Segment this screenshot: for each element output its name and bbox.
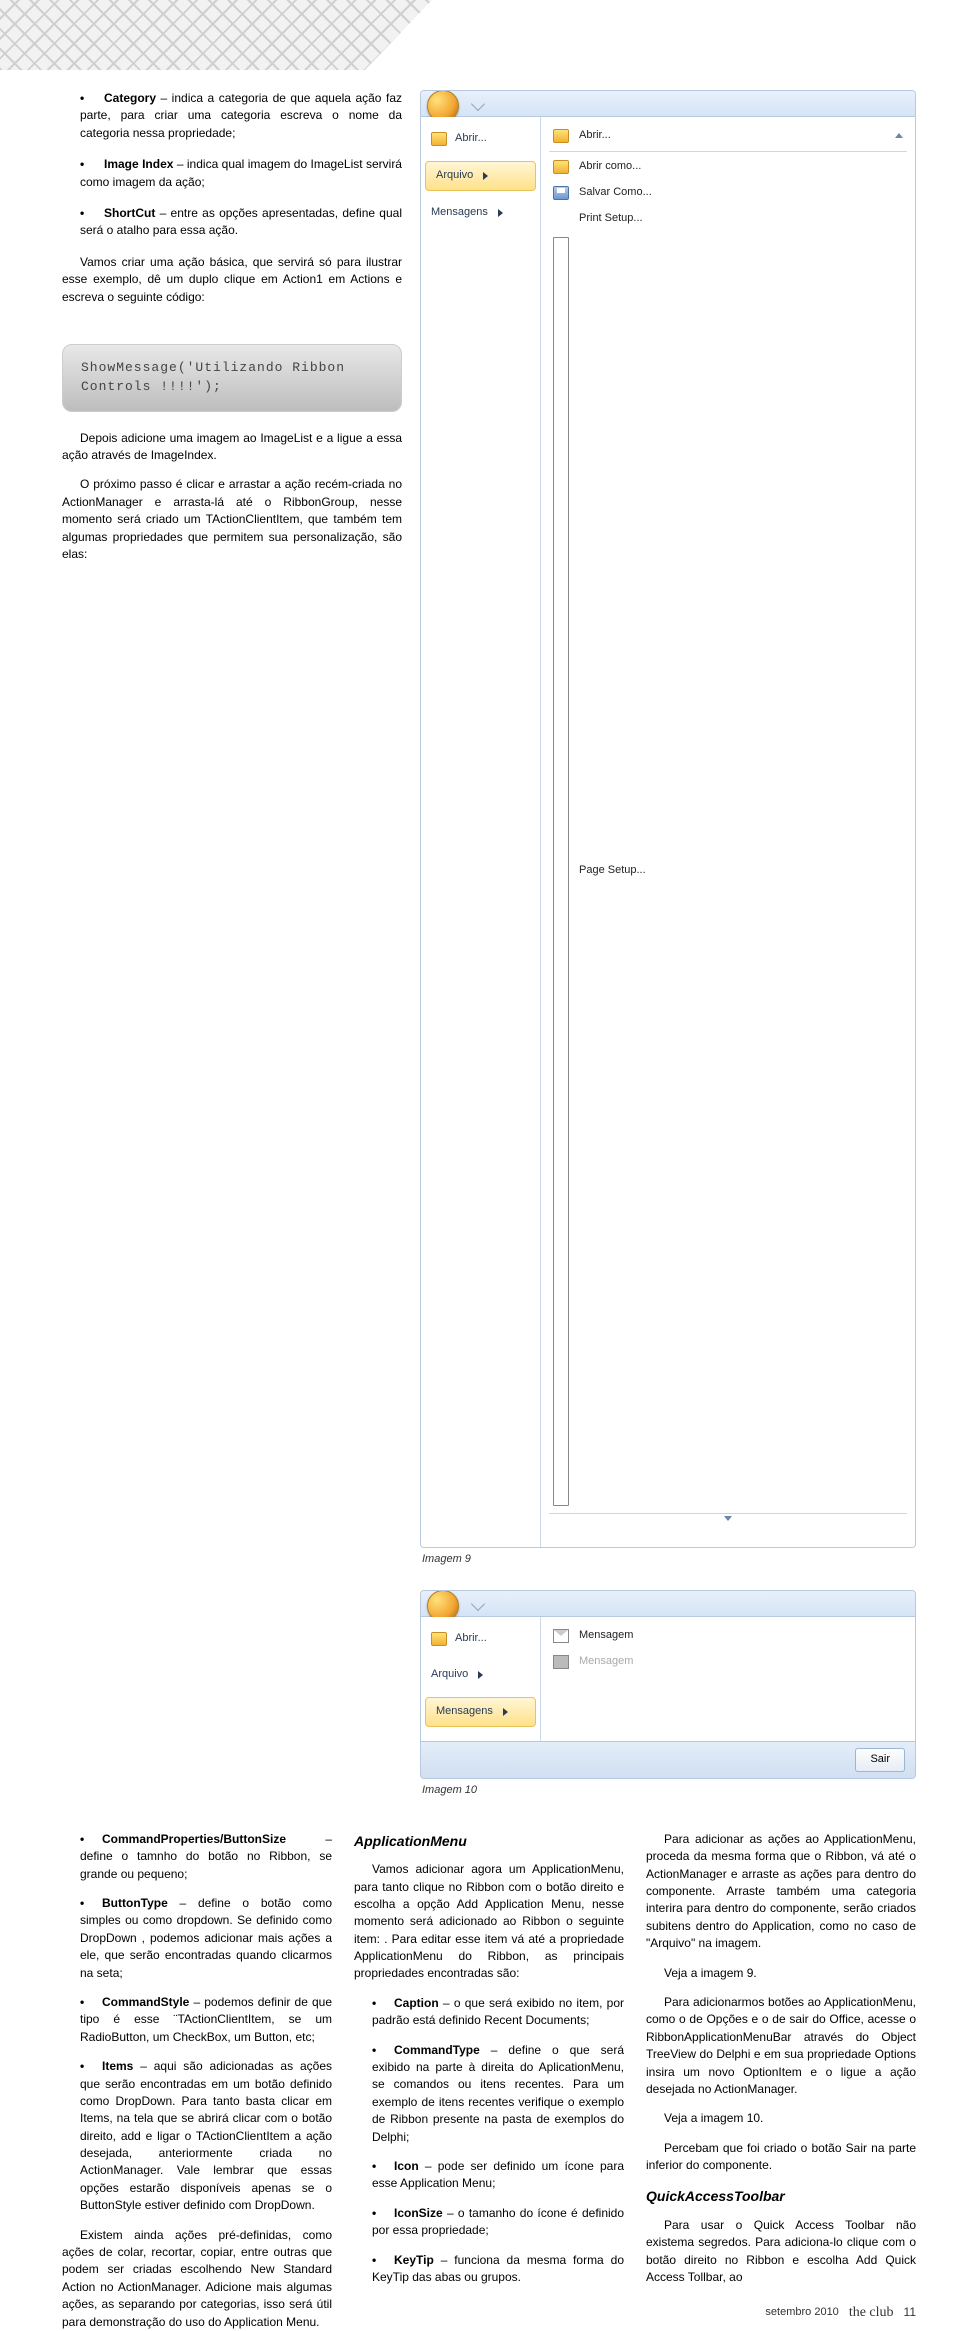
menu-mensagens-label: Mensagens xyxy=(436,1704,493,1720)
menu-arquivo[interactable]: Arquivo xyxy=(421,1661,540,1689)
screenshot-imagem-9: Abrir... Arquivo Mensagens xyxy=(420,90,916,1548)
save-icon xyxy=(553,186,569,200)
submenu-abrir-como-label: Abrir como... xyxy=(579,159,641,175)
menu-abrir-label: Abrir... xyxy=(455,131,487,147)
submenu-mensagem-disabled: Mensagem xyxy=(541,1649,915,1675)
caption-imagem-10: Imagem 10 xyxy=(422,1783,916,1799)
caption-imagem-9: Imagem 9 xyxy=(422,1552,916,1568)
menu-mensagens[interactable]: Mensagens xyxy=(425,1697,536,1727)
term-category: Category xyxy=(104,91,156,105)
submenu-abrir[interactable]: Abrir... xyxy=(541,123,915,149)
submenu-print-setup[interactable]: Print Setup... xyxy=(541,206,915,232)
submenu-mensagem-label: Mensagem xyxy=(579,1628,633,1644)
submenu-page-setup-label: Page Setup... xyxy=(579,863,646,879)
chevron-right-icon xyxy=(503,1708,508,1716)
folder-open-icon xyxy=(431,1632,447,1646)
sair-button[interactable]: Sair xyxy=(855,1748,905,1772)
submenu-mensagem[interactable]: Mensagem xyxy=(541,1623,915,1649)
text-items: – aqui são adicionadas as ações que serã… xyxy=(80,2059,332,2212)
qat-dropdown-icon[interactable] xyxy=(471,1597,485,1611)
submenu-print-setup-label: Print Setup... xyxy=(579,211,643,227)
footer-page-number: 11 xyxy=(904,2304,916,2321)
footer-month: setembro 2010 xyxy=(765,2305,838,2321)
separator xyxy=(549,1513,907,1514)
qat-dropdown-icon[interactable] xyxy=(471,96,485,110)
term-buttontype: ButtonType xyxy=(102,1896,168,1910)
envelope-disabled-icon xyxy=(553,1655,569,1669)
menu-arquivo-label: Arquivo xyxy=(431,1667,468,1683)
submenu-salvar-como[interactable]: Salvar Como... xyxy=(541,180,915,206)
menu-abrir[interactable]: Abrir... xyxy=(421,1625,540,1653)
term-iconsize: IconSize xyxy=(394,2206,443,2220)
envelope-icon xyxy=(553,1629,569,1643)
page-setup-icon xyxy=(553,237,569,1506)
chevron-right-icon xyxy=(498,209,503,217)
menu-abrir[interactable]: Abrir... xyxy=(421,125,540,153)
term-commandtype: CommandType xyxy=(394,2043,480,2057)
header-pattern xyxy=(0,0,960,70)
para-create-action: Vamos criar uma ação básica, que servirá… xyxy=(62,254,402,306)
chevron-down-icon[interactable] xyxy=(724,1516,732,1535)
menu-arquivo[interactable]: Arquivo xyxy=(425,161,536,191)
para-predefined-actions: Existem ainda ações pré-definidas, como … xyxy=(62,2227,332,2331)
submenu-mensagem2-label: Mensagem xyxy=(579,1654,633,1670)
chevron-up-icon xyxy=(895,133,903,138)
term-commandproperties: CommandProperties/ButtonSize xyxy=(102,1832,286,1846)
footer-brand: the club xyxy=(849,2303,894,2323)
blank-icon xyxy=(553,212,569,226)
separator xyxy=(549,151,907,152)
para-add-buttons: Para adicionarmos botões ao ApplicationM… xyxy=(646,1994,916,2098)
para-imagelist: Depois adicione uma imagem ao ImageList … xyxy=(62,430,402,465)
text-commandtype: – define o que será exibido na parte à d… xyxy=(372,2043,624,2144)
term-shortcut: ShortCut xyxy=(104,206,155,220)
submenu-salvar-como-label: Salvar Como... xyxy=(579,185,652,201)
submenu-abrir-como[interactable]: Abrir como... xyxy=(541,154,915,180)
menu-mensagens[interactable]: Mensagens xyxy=(421,199,540,227)
heading-quickaccesstoolbar: QuickAccessToolbar xyxy=(646,2186,916,2206)
para-qat: Para usar o Quick Access Toolbar não exi… xyxy=(646,2217,916,2287)
menu-mensagens-label: Mensagens xyxy=(431,205,488,221)
bullet-list-commandprops: CommandProperties/ButtonSize – define o … xyxy=(62,1831,332,2215)
bullet-list-properties: Category – indica a categoria de que aqu… xyxy=(62,90,402,240)
para-see-img9: Veja a imagem 9. xyxy=(646,1965,916,1982)
term-imageindex: Image Index xyxy=(104,157,173,171)
term-caption: Caption xyxy=(394,1996,439,2010)
para-sair-button: Percebam que foi criado o botão Sair na … xyxy=(646,2140,916,2175)
folder-open-icon xyxy=(553,160,569,174)
term-icon: Icon xyxy=(394,2159,419,2173)
menu-arquivo-label: Arquivo xyxy=(436,168,473,184)
term-commandstyle: CommandStyle xyxy=(102,1995,189,2009)
term-keytip: KeyTip xyxy=(394,2253,434,2267)
para-drag-action: O próximo passo é clicar e arrastar a aç… xyxy=(62,476,402,563)
term-items: Items xyxy=(102,2059,133,2073)
chevron-right-icon xyxy=(478,1671,483,1679)
submenu-page-setup[interactable]: Page Setup... xyxy=(541,232,915,1511)
para-see-img10: Veja a imagem 10. xyxy=(646,2110,916,2127)
folder-open-icon xyxy=(553,129,569,143)
heading-applicationmenu: ApplicationMenu xyxy=(354,1831,624,1851)
screenshot-imagem-10: Abrir... Arquivo Mensagens xyxy=(420,1590,916,1779)
code-snippet: ShowMessage('Utilizando Ribbon Controls … xyxy=(62,344,402,412)
menu-abrir-label: Abrir... xyxy=(455,1631,487,1647)
folder-open-icon xyxy=(431,132,447,146)
bullet-list-appmenu: Caption – o que será exibido no item, po… xyxy=(354,1995,624,2286)
page-footer: setembro 2010 the club 11 xyxy=(765,2303,916,2323)
chevron-right-icon xyxy=(483,172,488,180)
para-appmenu-intro: Vamos adicionar agora um ApplicationMenu… xyxy=(354,1861,624,1983)
para-add-actions: Para adicionar as ações ao ApplicationMe… xyxy=(646,1831,916,1953)
submenu-abrir-label: Abrir... xyxy=(579,128,611,144)
